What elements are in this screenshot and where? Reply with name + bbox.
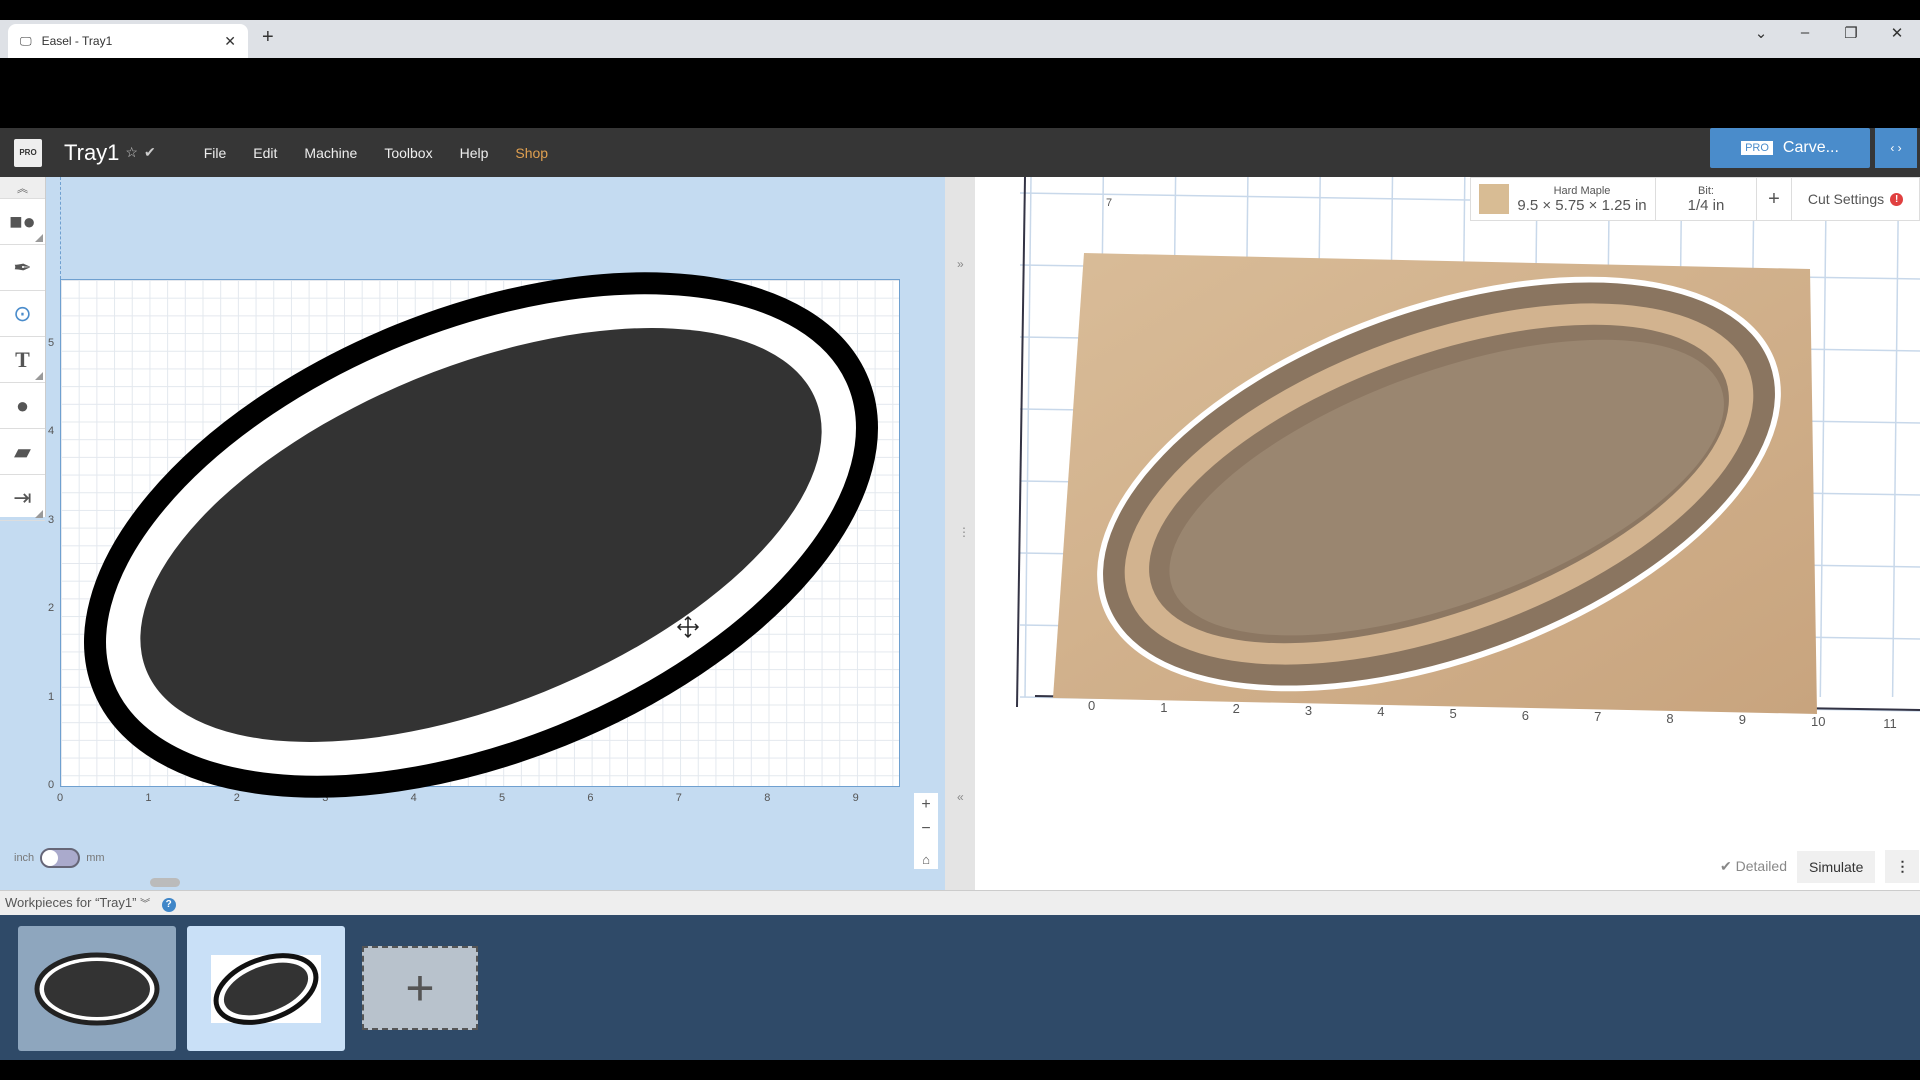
material-swatch [1479,184,1510,214]
close-window-button[interactable]: ✕ [1882,24,1912,42]
menu-help[interactable]: Help [460,145,489,161]
minimize-button[interactable]: – [1790,24,1820,41]
preview-x-axis-tick: 10 [1811,714,1826,729]
horizontal-scrollbar[interactable] [150,878,180,887]
carve-label: Carve... [1782,139,1839,156]
material-settings-bar: Hard Maple 9.5 × 5.75 × 1.25 in Bit: 1/4… [1470,177,1920,221]
expand-workpieces-icon[interactable]: ︾ [140,899,150,910]
cut-settings-label: Cut Settings [1807,191,1885,207]
carve-button[interactable]: PRO Carve... [1710,128,1870,168]
panel-splitter[interactable]: » ⋮ « [945,177,975,890]
detailed-label: Detailed [1735,858,1787,874]
preview-x-axis-tick: 5 [1449,706,1457,721]
preview-x-axis-tick: 1 [1160,699,1168,715]
collapse-left-icon[interactable]: « [957,790,964,804]
unit-inch-label: inch [14,852,35,864]
add-workpiece-button[interactable]: + [362,946,478,1030]
simulate-button[interactable]: Simulate [1797,850,1876,883]
home-view-button[interactable]: ⌂ [914,847,938,871]
browser-tab-bar: 🖵 Easel - Tray1 ✕ + ⌄ – ❐ ✕ [0,20,1920,58]
unit-toggle[interactable]: inch mm [14,848,105,868]
pro-badge: PRO [1741,141,1773,155]
bit-label: Bit: [1698,184,1714,197]
preview-controls: ✔ Detailed Simulate ⋮ [1720,850,1920,883]
collapse-right-icon[interactable]: » [957,257,964,271]
menu-shop[interactable]: Shop [515,145,548,161]
preview-x-axis-tick: 9 [1738,712,1746,728]
project-title[interactable]: Tray1 [64,140,119,166]
zoom-controls: + − ⌂ [914,793,938,869]
check-icon: ✔ [1720,858,1736,874]
restore-button[interactable]: ❐ [1836,24,1866,42]
cut-settings-button[interactable]: Cut Settings ! [1792,178,1919,220]
material-size: 9.5 × 5.75 × 1.25 in [1517,196,1647,214]
3d-preview[interactable] [975,176,1920,890]
profile-menu-icon[interactable]: ⌄ [1746,24,1776,42]
fullscreen-expand-button[interactable]: ‹ › [1875,128,1917,168]
preview-x-axis-tick: 4 [1377,704,1385,720]
close-tab-icon[interactable]: ✕ [224,33,236,50]
warning-icon: ! [1890,192,1904,206]
material-name: Hard Maple [1553,184,1611,197]
preview-x-axis-tick: 0 [1088,698,1096,713]
unit-mm-label: mm [86,852,105,864]
grid-line [1024,176,1032,698]
workpiece-thumbnail-2[interactable] [187,926,345,1051]
menu-machine[interactable]: Machine [304,145,357,161]
grid-line [1819,176,1828,698]
workpiece-thumbnail-1[interactable] [18,926,176,1051]
menu-file[interactable]: File [204,145,227,161]
preview-x-axis-tick: 3 [1304,702,1313,718]
more-options-button[interactable]: ⋮ [1885,850,1920,883]
easel-pro-logo[interactable]: PRO [14,138,42,167]
add-bit-button[interactable]: + [1757,178,1792,220]
3d-preview-scene[interactable] [975,176,1920,890]
help-icon[interactable]: ? [161,898,176,912]
workpieces-bar: Workpieces for “Tray1” ︾ ? [0,890,1920,915]
easel-icon: 🖵 [20,33,32,48]
preview-x-axis-tick: 7 [1594,709,1602,725]
preview-x-axis-tick: 6 [1521,707,1530,723]
unit-switch[interactable] [40,848,81,868]
tab-title: Easel - Tray1 [41,34,113,48]
preview-x-axis-tick: 11 [1883,715,1897,731]
design-shapes[interactable] [0,177,945,890]
star-icon[interactable]: ☆ [125,144,138,161]
new-tab-button[interactable]: + [262,26,274,49]
saved-check-icon: ✔ [143,144,156,160]
workpieces-panel: + [0,915,1920,1060]
app-header: PRO Tray1 ☆ ✔ File Edit Machine Toolbox … [0,128,1920,177]
workpieces-label: Workpieces for “Tray1” [5,895,137,910]
grid-line [1891,176,1900,698]
zoom-out-button[interactable]: − [914,817,938,841]
bit-value: 1/4 in [1687,196,1725,214]
browser-tab[interactable]: 🖵 Easel - Tray1 ✕ [8,24,248,58]
material-selector[interactable]: Hard Maple 9.5 × 5.75 × 1.25 in [1471,178,1656,220]
preview-x-axis-tick: 8 [1666,710,1674,726]
y-axis-line [1016,176,1026,708]
y-axis-tick: 7 [1106,197,1113,209]
menu-toolbox[interactable]: Toolbox [384,145,432,161]
preview-x-axis-tick: 2 [1232,701,1240,717]
detailed-toggle[interactable]: ✔ Detailed [1720,858,1787,875]
bit-selector[interactable]: Bit: 1/4 in [1656,178,1757,220]
menu-edit[interactable]: Edit [253,145,277,161]
zoom-in-button[interactable]: + [914,793,938,817]
drag-handle-icon[interactable]: ⋮ [958,525,970,539]
